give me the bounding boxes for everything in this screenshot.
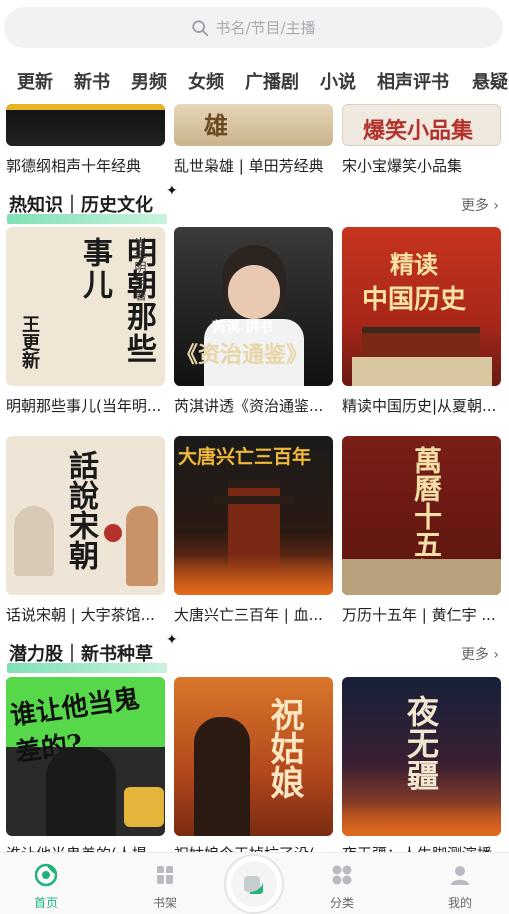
book-title[interactable]: 大唐兴亡三百年 | 血... <box>174 604 334 625</box>
search-icon <box>192 19 209 36</box>
cover-songxiaobao[interactable]: 爆笑小品集 <box>342 104 501 146</box>
book-title[interactable]: 精读中国历史|从夏朝... <box>342 395 502 416</box>
nav-home-label: 首页 <box>33 896 58 910</box>
nav-shelf-label: 书架 <box>152 896 177 910</box>
cover-zizhitongjian[interactable]: 芮淇 讲书 《资治通鉴》 <box>174 227 333 386</box>
nav-shelf[interactable]: 书架 <box>135 863 195 911</box>
player-button[interactable] <box>224 854 284 914</box>
tab-male[interactable]: 男频 <box>131 68 167 94</box>
cover-guichai[interactable]: 谁让他当鬼差的? <box>6 677 165 836</box>
player-icon <box>244 876 263 894</box>
search-placeholder: 书名/节目/主播 <box>215 19 316 37</box>
grid-icon <box>332 865 352 885</box>
cover-datang[interactable]: 大唐兴亡三百年 <box>174 436 333 595</box>
bookshelf-icon <box>157 866 173 884</box>
book-title[interactable]: 芮淇讲透《资治通鉴... <box>174 395 334 416</box>
top-title-2[interactable]: 乱世枭雄 | 单田芳经典 <box>174 155 334 176</box>
nav-mine[interactable]: 我的 <box>430 863 490 911</box>
user-icon <box>451 866 469 885</box>
home-icon <box>34 863 58 887</box>
tab-crosstalk[interactable]: 相声评书 <box>377 68 449 94</box>
section-newbooks-header: 潜力股｜新书种草 <box>7 640 167 673</box>
search-bar[interactable]: 书名/节目/主播 <box>4 7 503 48</box>
sparkle-icon: ✦ <box>166 183 178 199</box>
tab-mystery[interactable]: 悬疑 <box>472 68 508 94</box>
tab-update[interactable]: 更新 <box>17 68 53 94</box>
section-title: 潜力股｜新书种草 <box>9 644 153 665</box>
more-link[interactable]: 更多 › <box>461 195 499 215</box>
category-tabs: 更新 新书 男频 女频 广播剧 小说 相声评书 悬疑 <box>0 64 509 102</box>
tab-novel[interactable]: 小说 <box>320 68 356 94</box>
cover-mingchao[interactable]: 明朝那些事儿 王更新 当年明月 著 <box>6 227 165 386</box>
tab-new-books[interactable]: 新书 <box>74 68 110 94</box>
cover-zhongguolishi[interactable]: 精读 中国历史 <box>342 227 501 386</box>
player-disc <box>231 861 277 907</box>
book-title[interactable]: 话说宋朝 | 大宇茶馆... <box>6 604 166 625</box>
nav-category[interactable]: 分类 <box>312 863 372 911</box>
top-title-3[interactable]: 宋小宝爆笑小品集 <box>342 155 502 176</box>
cover-luanshi[interactable]: 雄 <box>174 104 333 146</box>
nav-mine-label: 我的 <box>447 896 472 910</box>
sparkle-icon: ✦ <box>166 632 178 648</box>
cover-songchao[interactable]: 話說宋朝 <box>6 436 165 595</box>
top-title-1[interactable]: 郭德纲相声十年经典 <box>6 155 166 176</box>
book-title[interactable]: 万历十五年 | 黄仁宇 ... <box>342 604 502 625</box>
nav-home[interactable]: 首页 <box>16 863 76 911</box>
cover-guodegang[interactable] <box>6 104 165 146</box>
cover-zhuguniang[interactable]: 祝姑娘 <box>174 677 333 836</box>
tab-radio-drama[interactable]: 广播剧 <box>245 68 299 94</box>
section-title: 热知识｜历史文化 <box>9 195 153 216</box>
tab-female[interactable]: 女频 <box>188 68 224 94</box>
more-link[interactable]: 更多 › <box>461 644 499 664</box>
cover-wanli[interactable]: 萬曆十五年 <box>342 436 501 595</box>
nav-category-label: 分类 <box>329 896 354 910</box>
book-title[interactable]: 明朝那些事儿(当年明... <box>6 395 166 416</box>
section-history-header: 热知识｜历史文化 <box>7 191 167 224</box>
cover-yewujiang[interactable]: 夜无疆 <box>342 677 501 836</box>
